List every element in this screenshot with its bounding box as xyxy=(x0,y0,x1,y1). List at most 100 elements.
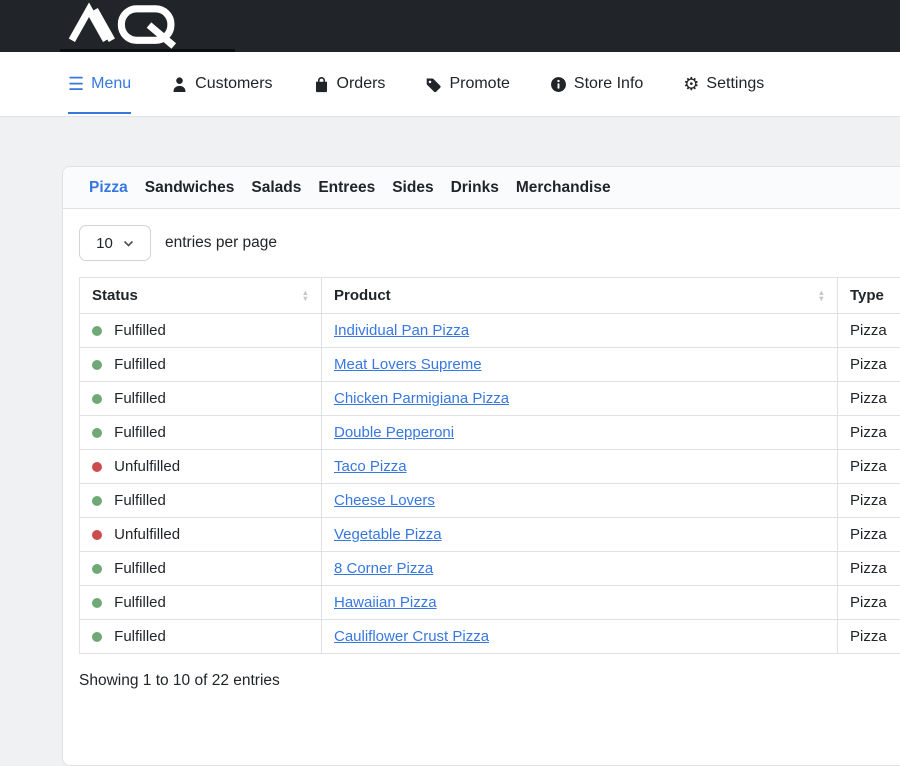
status-dot xyxy=(92,462,102,472)
status-cell: Fulfilled xyxy=(80,348,322,382)
product-link[interactable]: Cauliflower Crust Pizza xyxy=(334,628,489,645)
category-tabbar: Pizza Sandwiches Salads Entrees Sides Drinks M… xyxy=(63,167,900,209)
type-cell: Pizza xyxy=(838,518,900,552)
card-body: 10 entries per page Status ▲▼ Product ▲▼ xyxy=(63,209,900,706)
product-cell: Cheese Lovers xyxy=(322,484,838,518)
status-dot xyxy=(92,496,102,506)
status-dot xyxy=(92,530,102,540)
category-tab[interactable]: Merchandise xyxy=(516,179,611,197)
product-link[interactable]: Cheese Lovers xyxy=(334,492,435,509)
status-dot xyxy=(92,326,102,336)
menu-card: Pizza Sandwiches Salads Entrees Sides Drinks M… xyxy=(62,166,900,766)
category-tab[interactable]: Entrees xyxy=(318,179,375,197)
column-header-label: Status xyxy=(92,287,138,304)
table-row: Fulfilled 8 Corner Pizza Pizza xyxy=(80,552,900,586)
category-tab[interactable]: Drinks xyxy=(451,179,499,197)
table-row: Unfulfilled Vegetable Pizza Pizza xyxy=(80,518,900,552)
menu-hamburger-icon: ☰ xyxy=(68,75,84,93)
product-link[interactable]: Chicken Parmigiana Pizza xyxy=(334,390,509,407)
nav-label: Orders xyxy=(337,75,386,93)
column-header-label: Product xyxy=(334,287,391,304)
table-header-row: Status ▲▼ Product ▲▼ Type xyxy=(80,278,900,314)
type-cell: Pizza xyxy=(838,620,900,654)
status-dot xyxy=(92,394,102,404)
nav-label: Customers xyxy=(195,75,272,93)
status-label: Fulfilled xyxy=(114,594,166,611)
type-cell: Pizza xyxy=(838,348,900,382)
tag-icon xyxy=(425,76,442,93)
category-tab[interactable]: Salads xyxy=(251,179,301,197)
product-cell: Hawaiian Pizza xyxy=(322,586,838,620)
status-label: Fulfilled xyxy=(114,424,166,441)
type-cell: Pizza xyxy=(838,314,900,348)
status-cell: Fulfilled xyxy=(80,552,322,586)
product-cell: Vegetable Pizza xyxy=(322,518,838,552)
table-row: Fulfilled Cauliflower Crust Pizza Pizza xyxy=(80,620,900,654)
sort-icon[interactable]: ▲▼ xyxy=(302,290,309,301)
product-link[interactable]: Individual Pan Pizza xyxy=(334,322,469,339)
table-row: Fulfilled Cheese Lovers Pizza xyxy=(80,484,900,518)
nav-item-store-info[interactable]: Store Info xyxy=(550,52,643,116)
nav-item-menu[interactable]: ☰ Menu xyxy=(68,52,131,116)
sort-icon[interactable]: ▲▼ xyxy=(818,290,825,301)
nav-item-orders[interactable]: Orders xyxy=(313,52,386,116)
category-tab[interactable]: Sandwiches xyxy=(145,179,235,197)
column-header[interactable]: Status ▲▼ xyxy=(80,278,322,314)
status-cell: Fulfilled xyxy=(80,586,322,620)
nav-item-settings[interactable]: ⚙ Settings xyxy=(683,52,764,116)
type-cell: Pizza xyxy=(838,552,900,586)
status-label: Fulfilled xyxy=(114,390,166,407)
status-cell: Fulfilled xyxy=(80,484,322,518)
type-cell: Pizza xyxy=(838,416,900,450)
column-header[interactable]: Product ▲▼ xyxy=(322,278,838,314)
shopping-bag-icon xyxy=(313,76,330,93)
type-cell: Pizza xyxy=(838,382,900,416)
status-label: Fulfilled xyxy=(114,356,166,373)
status-label: Fulfilled xyxy=(114,560,166,577)
status-dot xyxy=(92,564,102,574)
status-label: Fulfilled xyxy=(114,492,166,509)
product-link[interactable]: Hawaiian Pizza xyxy=(334,594,437,611)
entries-summary: Showing 1 to 10 of 22 entries xyxy=(79,672,900,690)
nav-label: Store Info xyxy=(574,75,643,93)
select-value: 10 xyxy=(96,235,113,252)
status-label: Unfulfilled xyxy=(114,458,180,475)
product-cell: Individual Pan Pizza xyxy=(322,314,838,348)
product-cell: Double Pepperoni xyxy=(322,416,838,450)
person-icon xyxy=(171,76,188,93)
status-cell: Unfulfilled xyxy=(80,450,322,484)
status-label: Unfulfilled xyxy=(114,526,180,543)
type-cell: Pizza xyxy=(838,586,900,620)
top-app-bar xyxy=(0,0,900,52)
product-link[interactable]: Meat Lovers Supreme xyxy=(334,356,482,373)
nav-item-customers[interactable]: Customers xyxy=(171,52,272,116)
type-cell: Pizza xyxy=(838,450,900,484)
status-label: Fulfilled xyxy=(114,322,166,339)
status-cell: Fulfilled xyxy=(80,416,322,450)
product-cell: Chicken Parmigiana Pizza xyxy=(322,382,838,416)
product-link[interactable]: 8 Corner Pizza xyxy=(334,560,433,577)
table-row: Fulfilled Hawaiian Pizza Pizza xyxy=(80,586,900,620)
entries-per-page-label: entries per page xyxy=(165,234,277,252)
product-link[interactable]: Vegetable Pizza xyxy=(334,526,442,543)
status-label: Fulfilled xyxy=(114,628,166,645)
status-dot xyxy=(92,598,102,608)
category-tab[interactable]: Pizza xyxy=(89,179,128,197)
aiq-logo[interactable] xyxy=(64,6,194,46)
table-row: Fulfilled Chicken Parmigiana Pizza Pizza xyxy=(80,382,900,416)
category-tab[interactable]: Sides xyxy=(392,179,433,197)
page-size-row: 10 entries per page xyxy=(79,225,900,261)
gear-icon: ⚙ xyxy=(683,75,699,93)
nav-label: Settings xyxy=(706,75,764,93)
status-cell: Fulfilled xyxy=(80,314,322,348)
product-cell: Taco Pizza xyxy=(322,450,838,484)
nav-item-promote[interactable]: Promote xyxy=(425,52,509,116)
main-navbar: ☰ Menu Customers Orders Promote xyxy=(0,52,900,117)
info-icon xyxy=(550,76,567,93)
entries-per-page-select[interactable]: 10 xyxy=(79,225,151,261)
table-row: Unfulfilled Taco Pizza Pizza xyxy=(80,450,900,484)
products-table: Status ▲▼ Product ▲▼ Type Fulfilled Indi… xyxy=(79,277,900,654)
product-link[interactable]: Taco Pizza xyxy=(334,458,407,475)
product-link[interactable]: Double Pepperoni xyxy=(334,424,454,441)
status-dot xyxy=(92,632,102,642)
